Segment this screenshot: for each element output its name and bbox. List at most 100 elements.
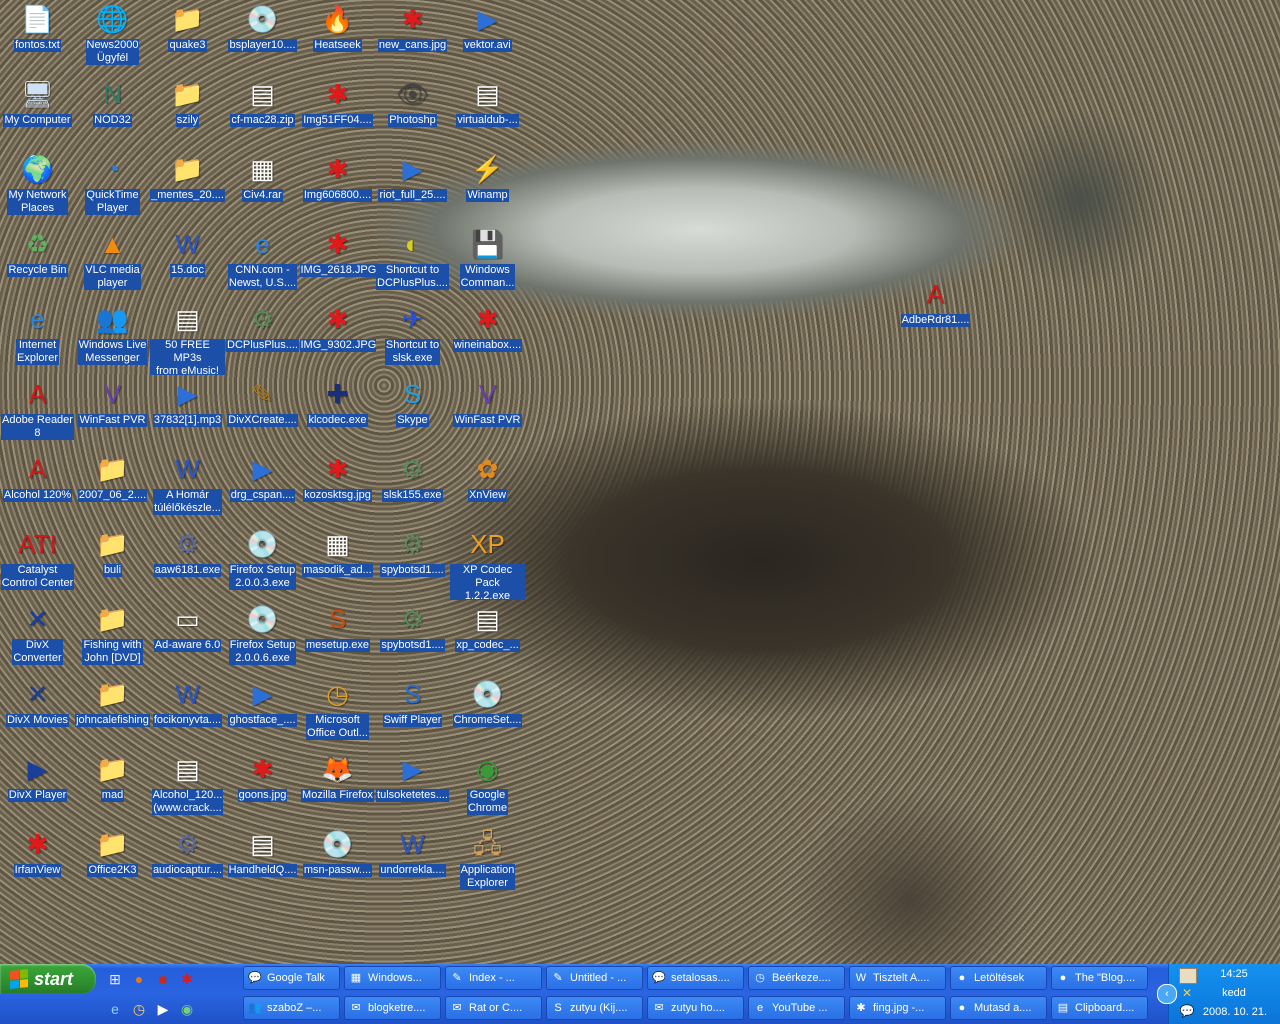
taskbar-window-button[interactable]: ✉ blogketre.... <box>344 996 441 1020</box>
tray-balloon-icon[interactable]: 💬 <box>1179 1004 1195 1018</box>
tray-expand-chevron-icon[interactable]: ‹ <box>1157 984 1177 1004</box>
heatseek-icon[interactable]: ■ <box>154 970 172 988</box>
tray-alert-icon[interactable]: ✕ <box>1179 986 1195 1000</box>
desktop-icon[interactable]: ⚙ audiocaptur.... <box>150 825 225 900</box>
desktop-icon[interactable]: ATI Catalyst Control Center <box>0 525 75 600</box>
internet-explorer-icon[interactable]: e <box>106 1000 124 1018</box>
taskbar-window-button[interactable]: ✱ fing.jpg -... <box>849 996 946 1020</box>
chrome-icon[interactable]: ◉ <box>178 1000 196 1018</box>
desktop-icon[interactable]: 🌐 News2000 Ügyfél <box>75 0 150 75</box>
desktop-icon[interactable]: ◷ Microsoft Office Outl... <box>300 675 375 750</box>
tray-network-icon[interactable] <box>1179 968 1197 984</box>
taskbar-window-button[interactable]: W Tisztelt A.... <box>849 966 946 990</box>
outlook-icon[interactable]: ◷ <box>130 1000 148 1018</box>
desktop-icon[interactable]: 📁 _mentes_20.... <box>150 150 225 225</box>
clock-date[interactable]: 2008. 10. 21. <box>1197 1006 1273 1018</box>
desktop-icon[interactable]: Smesetup.exe <box>300 600 375 675</box>
desktop-icon[interactable]: ✱ new_cans.jpg <box>375 0 450 75</box>
desktop-icon[interactable]: ▤ HandheldQ.... <box>225 825 300 900</box>
taskbar-window-button[interactable]: ▤ Clipboard.... <box>1051 996 1148 1020</box>
desktop-icon[interactable]: ⚙ spybotsd1.... <box>375 600 450 675</box>
desktop-icon[interactable]: V WinFast PVR <box>450 375 525 450</box>
desktop-icon[interactable]: 📁 2007_06_2.... <box>75 450 150 525</box>
desktop-icon[interactable]: 📁 johncalefishing <box>75 675 150 750</box>
desktop-icon[interactable]: ◉ Google Chrome <box>450 750 525 825</box>
desktop-icon[interactable]: 💿 msn-passw.... <box>300 825 375 900</box>
desktop-icon[interactable]: 📁 quake3 <box>150 0 225 75</box>
desktop-icon[interactable]: ✱ wineinabox.... <box>450 300 525 375</box>
irfanview-icon[interactable]: ✱ <box>178 970 196 988</box>
desktop-icon[interactable]: ✕ DivX Movies <box>0 675 75 750</box>
desktop-icon[interactable]: ✕ DivX Converter <box>0 600 75 675</box>
desktop-icon[interactable]: 🔥 Heatseek <box>300 0 375 75</box>
desktop-icon[interactable]: ✿ XnView <box>450 450 525 525</box>
desktop-icon[interactable]: ⚡ Winamp <box>450 150 525 225</box>
desktop-icon[interactable]: A Adobe Reader 8 <box>0 375 75 450</box>
clock-time[interactable]: 14:25 <box>1209 968 1259 980</box>
taskbar-window-button[interactable]: ▦ Windows... <box>344 966 441 990</box>
desktop-icon[interactable]: ▶ 37832[1].mp3 <box>150 375 225 450</box>
desktop-icon[interactable]: ✱ Img606800.... <box>300 150 375 225</box>
desktop-icon[interactable]: 📄 fontos.txt <box>0 0 75 75</box>
desktop-icon[interactable]: W 15.doc <box>150 225 225 300</box>
desktop-icon[interactable]: 💿 Firefox Setup 2.0.0.3.exe <box>225 525 300 600</box>
desktop-icon[interactable]: ▶ drg_cspan.... <box>225 450 300 525</box>
taskbar-window-button[interactable]: ✎ Index - ... <box>445 966 542 990</box>
desktop-icon[interactable]: N NOD32 <box>75 75 150 150</box>
desktop-icon[interactable]: ▶ riot_full_25.... <box>375 150 450 225</box>
desktop-icon[interactable]: ▶ vektor.avi <box>450 0 525 75</box>
desktop-icon[interactable]: ♻ Recycle Bin <box>0 225 75 300</box>
desktop-icon[interactable]: ✱ Img51FF04.... <box>300 75 375 150</box>
clock-day[interactable]: kedd <box>1209 987 1259 999</box>
desktop-icon[interactable]: S Swiff Player <box>375 675 450 750</box>
desktop-icon[interactable]: 💿 Firefox Setup 2.0.0.6.exe <box>225 600 300 675</box>
taskbar-window-button[interactable]: e YouTube ... <box>748 996 845 1020</box>
desktop-icon[interactable]: e CNN.com - Newst, U.S.... <box>225 225 300 300</box>
taskbar-window-button[interactable]: ◷ Beérkeze.... <box>748 966 845 990</box>
taskbar-window-button[interactable]: ● Mutasd a.... <box>950 996 1047 1020</box>
desktop-icon[interactable]: XP XP Codec Pack 1.2.2.exe <box>450 525 525 600</box>
desktop-icon[interactable]: 💾 Windows Comman... <box>450 225 525 300</box>
desktop-icon[interactable]: 📁 buli <box>75 525 150 600</box>
desktop-icon[interactable]: ✎ DivXCreate.... <box>225 375 300 450</box>
desktop-icon[interactable]: 💿 ChromeSet.... <box>450 675 525 750</box>
desktop-icon[interactable]: ▤ cf-mac28.zip <box>225 75 300 150</box>
desktop-icon[interactable]: 💿 bsplayer10.... <box>225 0 300 75</box>
desktop-icon[interactable]: ⚙ spybotsd1.... <box>375 525 450 600</box>
desktop-icon[interactable]: ✱ IMG_2618.JPG <box>299 225 376 300</box>
taskbar-window-button[interactable]: ✉ zutyu ho.... <box>647 996 744 1020</box>
desktop-icon[interactable]: ◔ QuickTime Player <box>75 150 150 225</box>
desktop-icon[interactable]: A Alcohol 120% <box>0 450 75 525</box>
desktop-icon[interactable]: ✈ Shortcut to slsk.exe <box>375 300 450 375</box>
desktop-icon[interactable]: S Skype <box>375 375 450 450</box>
desktop-icon[interactable]: A AdbeRdr81.... <box>898 275 973 350</box>
taskbar-window-button[interactable]: ● Letöltések <box>950 966 1047 990</box>
desktop-icon[interactable]: V WinFast PVR <box>75 375 150 450</box>
desktop-icon[interactable]: ▶ ghostface_.... <box>225 675 300 750</box>
taskbar-window-button[interactable]: 💬 Google Talk <box>243 966 340 990</box>
desktop-icon[interactable]: ✱ IMG_9302.JPG <box>299 300 376 375</box>
desktop-icon[interactable]: ✱ IrfanView <box>0 825 75 900</box>
desktop-icon[interactable]: W A Homár túlélőkészle... <box>150 450 225 525</box>
desktop-icon[interactable]: 📁 mad <box>75 750 150 825</box>
desktop-icon[interactable]: ✱ kozosktsg.jpg <box>300 450 375 525</box>
desktop-icon[interactable]: ◐ Shortcut to DCPlusPlus.... <box>375 225 450 300</box>
taskbar-window-button[interactable]: ● The "Blog.... <box>1051 966 1148 990</box>
desktop-icon[interactable]: ✱ goons.jpg <box>225 750 300 825</box>
desktop-icon[interactable]: ⚙ aaw6181.exe <box>150 525 225 600</box>
desktop-icon[interactable]: ▤ Alcohol_120... (www.crack.... <box>150 750 225 825</box>
desktop-icon[interactable]: 📁 Fishing with John [DVD] <box>75 600 150 675</box>
desktop-icon[interactable]: 🌍 My Network Places <box>0 150 75 225</box>
desktop-icon[interactable]: ⚙ DCPlusPlus.... <box>225 300 300 375</box>
desktop-icon[interactable]: e Internet Explorer <box>0 300 75 375</box>
start-button[interactable]: start <box>0 964 96 994</box>
desktop-icon[interactable]: 🖥 My Computer <box>0 75 75 150</box>
desktop-icon[interactable]: ▶ DivX Player <box>0 750 75 825</box>
desktop-icon[interactable]: ▤ 50 FREE MP3s from eMusic! <box>150 300 225 375</box>
desktop-icon[interactable]: 📁 szily <box>150 75 225 150</box>
taskbar-window-button[interactable]: Szutyu (Kij.... <box>546 996 643 1020</box>
desktop-icon[interactable]: 📁 Office2K3 <box>75 825 150 900</box>
media-player-icon[interactable]: ▶ <box>154 1000 172 1018</box>
desktop-icon[interactable]: ▭ Ad-aware 6.0 <box>150 600 225 675</box>
desktop-icon[interactable]: 👥 Windows Live Messenger <box>75 300 150 375</box>
